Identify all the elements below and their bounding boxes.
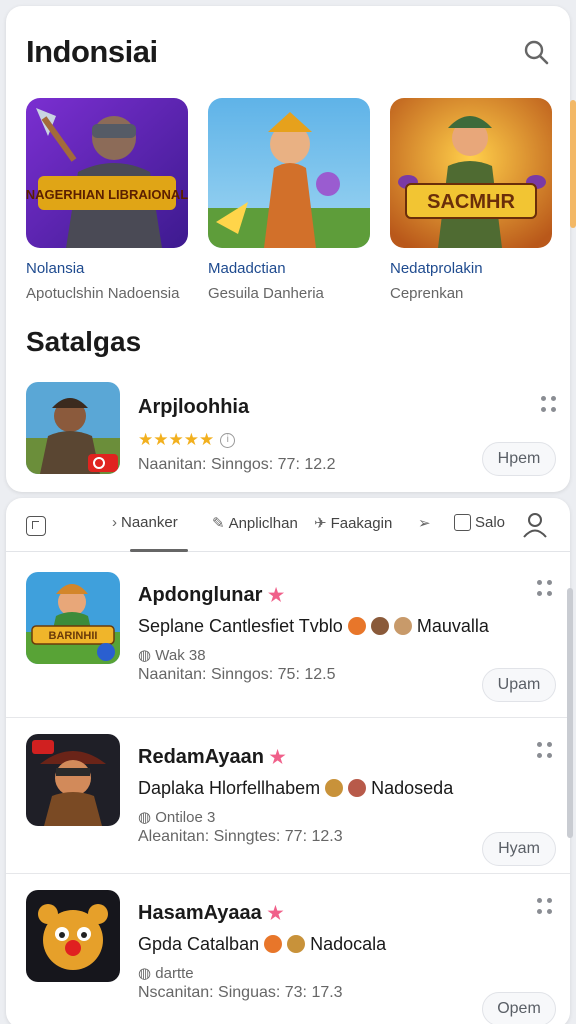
clock-icon: ◍ (138, 965, 152, 982)
list-item-icon (26, 890, 120, 982)
featured-app-2-subtitle: Gesuila Danheria (208, 285, 324, 302)
arrow-icon: ➢ (418, 515, 431, 532)
tab-label: Faakagin (330, 514, 393, 532)
list-item-icon (26, 734, 120, 826)
tab-label: Anpliclhan (228, 514, 298, 532)
list-item-title-text: RedamAyaan (138, 746, 264, 768)
info-icon: i (220, 432, 236, 448)
featured-app-2-art (208, 98, 370, 248)
grid-view-icon[interactable] (26, 516, 46, 536)
checkbox-icon (454, 514, 471, 531)
list-item-info: Aleanitan: Sinngtes: 77: 12.3 (138, 828, 343, 845)
tab-faakagin[interactable]: ✈ Faakagin (314, 514, 393, 533)
desc-left: Seplane Cantlesfiet Tvblo (138, 616, 343, 636)
list-item-title-text: HasamAyaaa (138, 902, 262, 924)
featured-app-2[interactable]: Madadctian Gesuila Danheria (208, 98, 370, 302)
list-item-meta: ◍ dartte (138, 964, 194, 982)
list-item-info: Nscanitan: Singuas: 73: 17.3 (138, 984, 343, 1001)
avatar-icon (325, 779, 344, 797)
search-icon (524, 40, 549, 65)
meta-text: dartte (155, 965, 194, 982)
list-item[interactable]: BARINHII Apdonglunar ★ Seplane Cantlesfi… (6, 558, 570, 718)
avatar-icon (393, 617, 412, 635)
featured-card: Indonsiai NAGERHIAN LIBRAIONAL Nolansia … (6, 6, 570, 492)
flame-icon (264, 935, 283, 953)
search-button[interactable] (518, 34, 554, 70)
tab-anpliclhan[interactable]: ✎ Anpliclhan (212, 514, 298, 533)
desc-left: Daplaka Hlorfellhabem (138, 778, 321, 798)
desc-right: Nadocala (310, 934, 387, 954)
spotlight-rating: ★★★★★ i (138, 430, 236, 450)
tab-naanker[interactable]: › Naanker (112, 514, 178, 531)
list-item-description: Gpda Catalban Nadocala (138, 934, 386, 955)
more-options-icon[interactable] (536, 898, 552, 914)
list-item-description: Seplane Cantlesfiet Tvblo Mauvalla (138, 616, 489, 637)
spotlight-app-info: Naanitan: Sinngos: 77: 12.2 (138, 456, 336, 473)
tab-label: Naanker (121, 514, 178, 531)
meta-text: Wak 38 (155, 647, 206, 664)
page-title: Indonsiai (26, 34, 158, 69)
more-options-icon[interactable] (536, 742, 552, 758)
desc-right: Mauvalla (416, 616, 489, 636)
more-options-icon[interactable] (540, 396, 556, 412)
avatar-icon (348, 779, 367, 797)
spotlight-app-icon (26, 382, 120, 474)
featured-app-1-art: NAGERHIAN LIBRAIONAL (26, 98, 188, 248)
list-item-info: Naanitan: Sinngos: 75: 12.5 (138, 666, 336, 683)
list-item-meta: ◍ Wak 38 (138, 646, 206, 664)
tab-bar: › Naanker ✎ Anpliclhan ✈ Faakagin ➢ Salo (6, 512, 570, 552)
star-icon: ★ (269, 747, 286, 767)
desc-left: Gpda Catalban (138, 934, 260, 954)
list-item-description: Daplaka Hlorfellhabem Nadoseda (138, 778, 453, 799)
tab-label: Salo (475, 514, 506, 531)
featured-app-2-name: Madadctian (208, 260, 286, 277)
open-button[interactable]: Upam (482, 668, 556, 702)
chevron-right-icon: › (112, 514, 117, 531)
featured-app-3-art: SACMHR (390, 98, 552, 248)
rating-stars: ★★★★★ (138, 430, 215, 449)
scrollbar[interactable] (567, 588, 573, 838)
featured-app-3-name: Nedatprolakin (390, 260, 483, 277)
spotlight-open-button[interactable]: Hpem (482, 442, 556, 476)
featured-app-1-art-text: NAGERHIAN LIBRAIONAL (26, 187, 188, 202)
active-tab-underline (130, 549, 188, 552)
featured-app-3[interactable]: SACMHR Nedatprolakin Ceprenkan (390, 98, 552, 302)
more-options-icon[interactable] (536, 580, 552, 596)
list-item-title: Apdonglunar ★ (138, 584, 284, 607)
spotlight-app-title: Arpjloohhia (138, 396, 250, 418)
list-item[interactable]: RedamAyaan ★ Daplaka Hlorfellhabem Nados… (6, 718, 570, 874)
pencil-icon: ✎ (212, 515, 225, 532)
profile-icon[interactable] (522, 512, 548, 538)
list-item-meta: ◍ Ontiloe 3 (138, 808, 215, 826)
featured-app-1-name: Nolansia (26, 260, 85, 277)
open-button[interactable]: Hyam (482, 832, 556, 866)
tab-arrow[interactable]: ➢ (418, 514, 431, 532)
open-button[interactable]: Opem (482, 992, 556, 1024)
avatar-icon (287, 935, 306, 953)
featured-app-1[interactable]: NAGERHIAN LIBRAIONAL Nolansia Apotuclshi… (26, 98, 188, 302)
tab-salo[interactable]: Salo (454, 514, 505, 531)
list-item-icon: BARINHII (26, 572, 120, 664)
list-item-title: HasamAyaaa ★ (138, 902, 284, 925)
list-item-title-text: Apdonglunar (138, 584, 263, 606)
spotlight-app[interactable]: Arpjloohhia ★★★★★ i Naanitan: Sinngos: 7… (26, 382, 556, 478)
scroll-indicator-top (570, 100, 576, 228)
list-item-title: RedamAyaan ★ (138, 746, 286, 769)
clock-icon: ◍ (138, 647, 152, 664)
featured-app-1-subtitle: Apotuclshin Nadoensia (26, 285, 180, 302)
star-icon: ★ (268, 585, 285, 605)
pin-icon: ✈ (314, 515, 327, 532)
featured-app-3-art-text: SACMHR (427, 191, 515, 213)
star-icon: ★ (267, 903, 284, 923)
avatar-icon (370, 617, 389, 635)
section-title: Satalgas (26, 326, 142, 357)
featured-app-3-subtitle: Ceprenkan (390, 285, 464, 302)
flame-icon (347, 617, 366, 635)
list-item[interactable]: HasamAyaaa ★ Gpda Catalban Nadocala ◍ da… (6, 874, 570, 1024)
meta-text: Ontiloe 3 (155, 809, 216, 826)
desc-right: Nadoseda (371, 778, 454, 798)
list-item-art-text: BARINHII (49, 630, 98, 642)
app-list-card: › Naanker ✎ Anpliclhan ✈ Faakagin ➢ Salo (6, 498, 570, 1024)
clock-icon: ◍ (138, 809, 152, 826)
